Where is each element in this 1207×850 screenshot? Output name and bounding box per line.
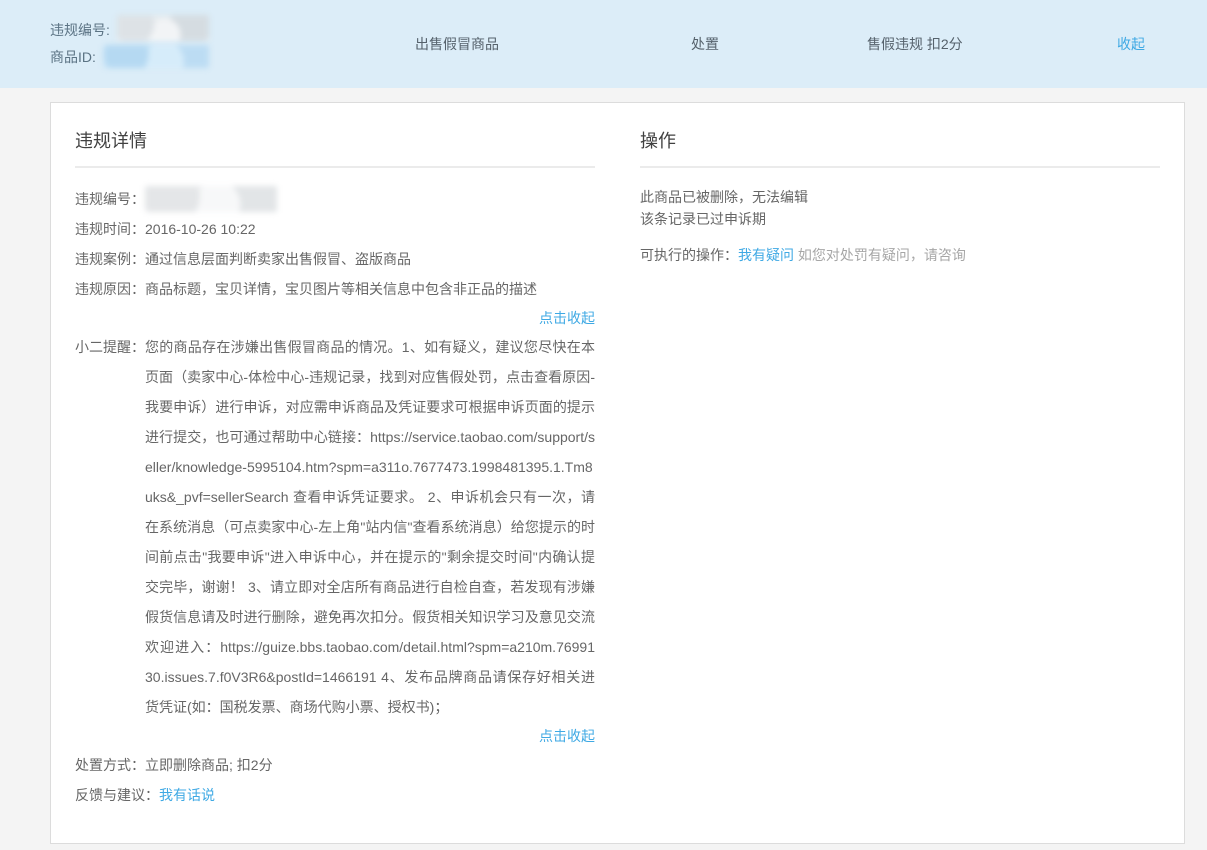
product-id-redacted xyxy=(103,45,209,68)
violation-time-row: 违规时间： 2016-10-26 10:22 xyxy=(75,214,595,244)
violation-number-row: 违规编号: xyxy=(50,16,209,43)
available-operations-label: 可执行的操作： xyxy=(640,247,738,263)
violation-time-label: 违规时间： xyxy=(75,214,145,244)
violation-reason-value: 商品标题，宝贝详情，宝贝图片等相关信息中包含非正品的描述 xyxy=(145,274,595,304)
violation-case-row: 违规案例： 通过信息层面判断卖家出售假冒、盗版商品 xyxy=(75,244,595,274)
violation-reason-row: 违规原因： 商品标题，宝贝详情，宝贝图片等相关信息中包含非正品的描述 xyxy=(75,274,595,304)
disposal-method-value: 立即删除商品; 扣2分 xyxy=(145,750,595,780)
detail-violation-number-row: 违规编号： xyxy=(75,184,595,214)
collapse-reason-row: 点击收起 xyxy=(75,304,595,332)
staff-remind-label: 小二提醒： xyxy=(75,332,145,722)
product-id-label: 商品ID: xyxy=(50,47,96,67)
violation-number-label: 违规编号: xyxy=(50,20,110,40)
violation-case-value: 通过信息层面判断卖家出售假冒、盗版商品 xyxy=(145,244,595,274)
operation-panel: 操作 此商品已被删除，无法编辑 该条记录已过申诉期 可执行的操作：我有疑问 如您… xyxy=(640,119,1160,815)
violation-detail-rows: 违规编号： 违规时间： 2016-10-26 10:22 违规案例： 通过信息层… xyxy=(75,184,595,810)
violation-detail-title: 违规详情 xyxy=(75,119,595,168)
violation-reason-label: 违规原因： xyxy=(75,274,145,304)
violation-time-value: 2016-10-26 10:22 xyxy=(145,214,595,244)
violation-type: 出售假冒商品 xyxy=(415,36,499,52)
collapse-remind-link[interactable]: 点击收起 xyxy=(539,728,595,744)
available-operations-row: 可执行的操作：我有疑问 如您对处罚有疑问，请咨询 xyxy=(640,244,1160,266)
violation-record-card: 违规详情 违规编号： 违规时间： 2016-10-26 10:22 违规案例： … xyxy=(50,102,1185,844)
product-deleted-status: 此商品已被删除，无法编辑 xyxy=(640,186,1160,208)
violation-detail-panel: 违规详情 违规编号： 违规时间： 2016-10-26 10:22 违规案例： … xyxy=(75,119,595,815)
disposal-method-row: 处置方式： 立即删除商品; 扣2分 xyxy=(75,750,595,780)
feedback-label: 反馈与建议： xyxy=(75,780,159,810)
staff-remind-value: 您的商品存在涉嫌出售假冒商品的情况。1、如有疑义，建议您尽快在本页面（卖家中心-… xyxy=(145,332,595,722)
violation-number-redacted xyxy=(117,15,209,41)
operation-status-block: 此商品已被删除，无法编辑 该条记录已过申诉期 xyxy=(640,186,1160,230)
feedback-link[interactable]: 我有话说 xyxy=(159,787,215,803)
violation-ids-block: 违规编号: 商品ID: xyxy=(50,16,209,70)
have-question-link[interactable]: 我有疑问 xyxy=(738,247,794,263)
violation-summary-bar: 违规编号: 商品ID: 出售假冒商品 处置 售假违规 扣2分 收起 xyxy=(0,0,1207,88)
question-hint: 如您对处罚有疑问，请咨询 xyxy=(798,247,966,263)
collapse-reason-link[interactable]: 点击收起 xyxy=(539,310,595,326)
operation-title: 操作 xyxy=(640,119,1160,168)
detail-violation-number-label: 违规编号： xyxy=(75,184,145,214)
collapse-remind-row: 点击收起 xyxy=(75,722,595,750)
collapse-record-link[interactable]: 收起 xyxy=(1117,36,1145,52)
feedback-row: 反馈与建议： 我有话说 xyxy=(75,780,595,810)
penalty-points: 售假违规 扣2分 xyxy=(867,36,963,52)
detail-violation-number-redacted xyxy=(145,186,277,212)
product-id-row: 商品ID: xyxy=(50,43,209,70)
staff-remind-row: 小二提醒： 您的商品存在涉嫌出售假冒商品的情况。1、如有疑义，建议您尽快在本页面… xyxy=(75,332,595,722)
violation-case-label: 违规案例： xyxy=(75,244,145,274)
disposal-type: 处置 xyxy=(691,36,719,52)
appeal-expired-status: 该条记录已过申诉期 xyxy=(640,208,1160,230)
disposal-method-label: 处置方式： xyxy=(75,750,145,780)
